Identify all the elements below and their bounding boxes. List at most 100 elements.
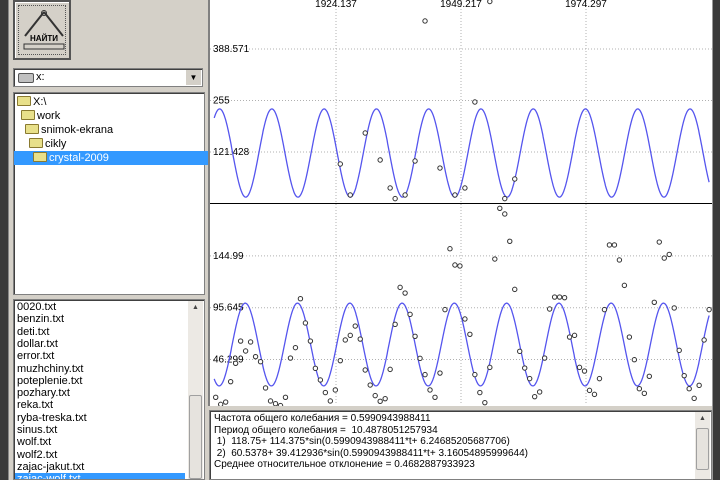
data-point	[302, 320, 309, 326]
file-item[interactable]: dollar.txt	[17, 338, 185, 350]
data-point	[242, 348, 249, 354]
scrollbar-thumb[interactable]	[696, 428, 709, 470]
y-tick-label: 255	[213, 95, 230, 106]
tree-item[interactable]: snimok-ekrana	[25, 123, 115, 137]
data-point	[507, 238, 513, 244]
scroll-up-icon[interactable]: ▲	[695, 412, 710, 426]
drive-select-value: x:	[36, 71, 45, 83]
file-item[interactable]: poteplenie.txt	[17, 375, 185, 387]
data-point	[222, 399, 229, 405]
data-point	[417, 355, 423, 362]
file-item[interactable]: 0020.txt	[17, 301, 185, 313]
data-point	[442, 306, 448, 313]
data-point	[561, 294, 568, 301]
tree-item-label: X:\	[33, 96, 47, 108]
data-point	[327, 398, 334, 404]
data-point	[307, 338, 314, 344]
file-list-scrollbar[interactable]: ▲	[188, 301, 203, 479]
file-item[interactable]: benzin.txt	[17, 313, 185, 325]
data-point	[626, 334, 633, 340]
data-point	[512, 176, 518, 182]
file-item[interactable]: sinus.txt	[17, 424, 185, 436]
data-point	[237, 338, 244, 344]
data-point	[502, 211, 508, 217]
data-point	[447, 246, 453, 252]
data-point	[487, 0, 493, 5]
data-point	[407, 311, 413, 318]
chevron-down-icon[interactable]: ▼	[185, 70, 201, 85]
file-item[interactable]: muzhchiny.txt	[17, 363, 185, 375]
data-point	[412, 333, 418, 340]
data-point	[382, 395, 388, 402]
data-point	[312, 365, 319, 372]
window-edge	[0, 0, 9, 480]
tree-item[interactable]: work	[21, 109, 62, 123]
tree-item-label: work	[37, 110, 61, 122]
data-point	[551, 294, 558, 300]
data-point	[392, 195, 398, 202]
data-point	[691, 395, 697, 402]
data-point	[656, 239, 662, 245]
data-point	[541, 355, 548, 361]
data-point	[601, 306, 608, 313]
folder-icon	[17, 96, 31, 106]
data-point	[362, 130, 368, 136]
memo-line: 1) 118.75+ 114.375*sin(0.5990943988411*t…	[214, 436, 510, 447]
data-point	[576, 364, 583, 371]
data-point	[427, 387, 433, 393]
file-item[interactable]: zajac-jakut.txt	[17, 461, 185, 473]
data-point	[596, 375, 603, 382]
x-tick-label: 1924.137	[315, 0, 357, 10]
data-point	[337, 357, 344, 364]
data-point	[362, 367, 368, 373]
file-item[interactable]: reka.txt	[17, 399, 185, 411]
data-point	[586, 387, 593, 394]
data-point	[556, 294, 563, 300]
data-point	[477, 389, 483, 396]
file-list[interactable]: ▲ 0020.txt benzin.txt deti.txt dollar.txt er…	[13, 299, 205, 480]
data-point	[581, 368, 588, 374]
file-item[interactable]: ryba-treska.txt	[17, 412, 185, 424]
data-point	[402, 290, 408, 296]
tree-item[interactable]: X:\	[17, 95, 48, 109]
tree-item-label: snimok-ekrana	[41, 124, 114, 136]
data-point	[522, 365, 528, 371]
fit-curve	[213, 108, 710, 198]
scroll-up-icon[interactable]: ▲	[188, 301, 203, 315]
find-button[interactable]: НАЙТИ	[13, 0, 71, 60]
file-item[interactable]: wolf2.txt	[17, 449, 185, 461]
data-point	[462, 185, 468, 191]
drive-select[interactable]: x: ▼	[13, 68, 203, 87]
data-point	[342, 337, 348, 343]
find-button-label: НАЙТИ	[30, 34, 58, 43]
file-item[interactable]: error.txt	[17, 350, 185, 362]
data-point	[566, 334, 573, 340]
data-point	[317, 377, 324, 383]
data-point	[247, 339, 254, 345]
file-item[interactable]: zajac-wolf.txt	[15, 473, 185, 479]
data-point	[217, 401, 224, 406]
tree-item[interactable]: crystal-2009	[14, 151, 223, 165]
file-item[interactable]: pozhary.txt	[17, 387, 185, 399]
data-point	[497, 205, 503, 212]
data-point	[686, 386, 692, 392]
data-point	[352, 323, 358, 329]
tree-item[interactable]: cikly	[29, 137, 68, 151]
data-point	[412, 158, 418, 164]
data-point	[487, 364, 493, 371]
window-edge-right	[712, 0, 720, 480]
memo-scrollbar[interactable]: ▲	[695, 412, 710, 479]
data-point	[452, 192, 458, 198]
directory-tree[interactable]: X:\ work snimok-ekrana cikly crystal-2009	[13, 92, 223, 295]
memo-line: Частота общего колебания = 0.59909439884…	[214, 413, 431, 424]
data-point	[262, 385, 269, 391]
data-point	[292, 344, 299, 351]
scrollbar-thumb[interactable]	[189, 395, 202, 479]
data-point	[257, 359, 264, 365]
results-memo[interactable]: ▲ Частота общего колебания = 0.599094398…	[209, 410, 712, 480]
data-point	[701, 337, 707, 343]
data-point	[347, 192, 353, 198]
file-item[interactable]: wolf.txt	[17, 436, 185, 448]
file-item[interactable]: deti.txt	[17, 326, 185, 338]
data-point	[696, 382, 702, 389]
